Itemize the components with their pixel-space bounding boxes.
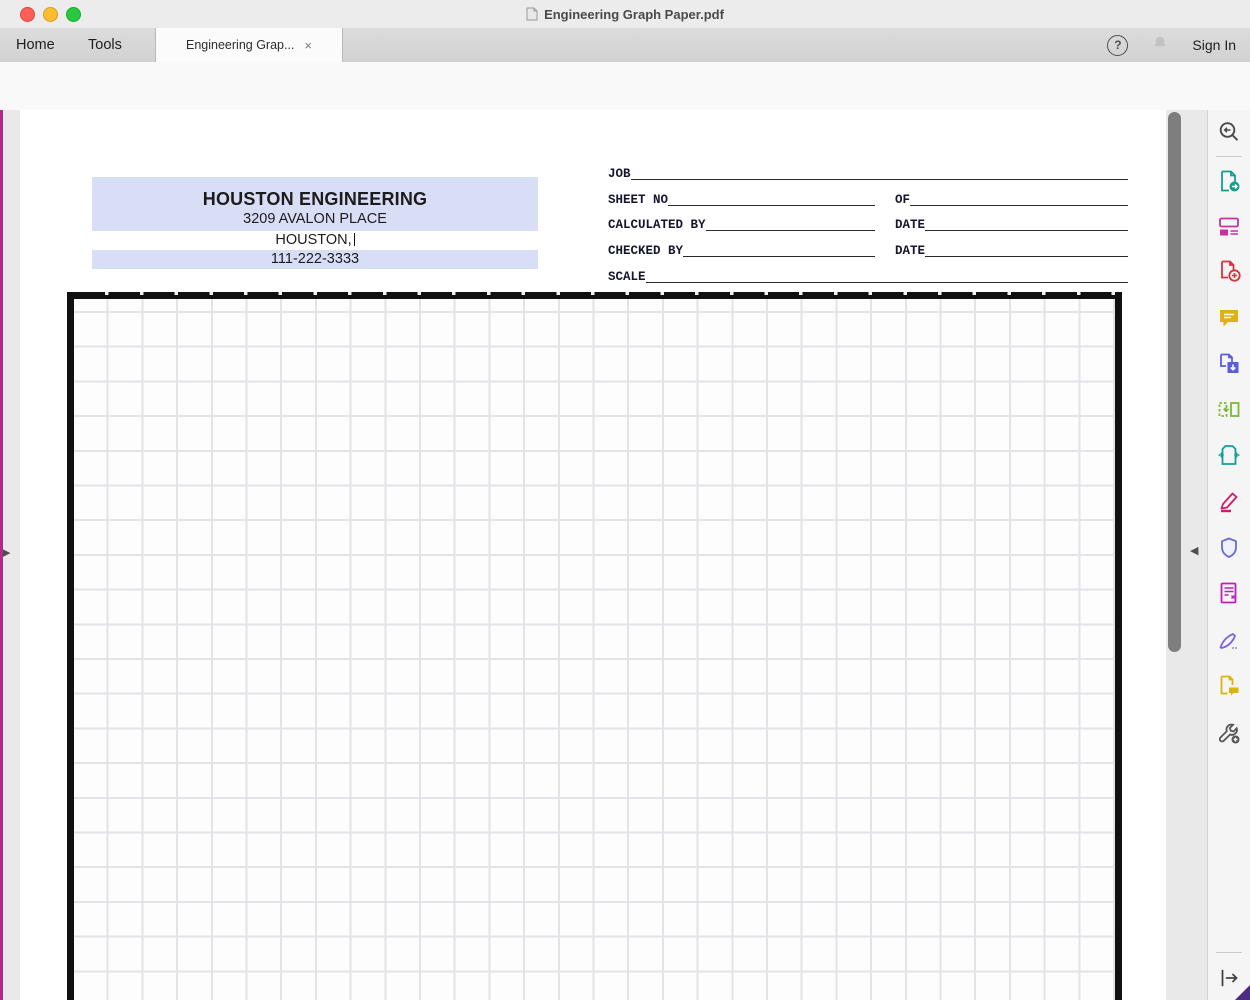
create-pdf-icon[interactable] bbox=[1216, 258, 1242, 284]
of-label: OF bbox=[895, 194, 910, 207]
company-address-field[interactable]: 3209 AVALON PLACE bbox=[92, 212, 538, 231]
compress-pdf-icon[interactable] bbox=[1216, 442, 1242, 468]
screen-edge-marker bbox=[0, 110, 3, 1000]
tools-rail bbox=[1207, 110, 1250, 1000]
date-line-b[interactable] bbox=[925, 240, 1128, 257]
job-line[interactable] bbox=[631, 163, 1128, 180]
tab-tools[interactable]: Tools bbox=[88, 28, 122, 62]
form-row-calculated: CALCULATED BY DATE bbox=[608, 215, 1128, 231]
combine-files-icon[interactable] bbox=[1216, 351, 1242, 377]
of-line[interactable] bbox=[910, 189, 1128, 206]
minimize-window-button[interactable] bbox=[43, 7, 58, 22]
zoom-window-button[interactable] bbox=[66, 7, 81, 22]
edit-pdf-icon[interactable] bbox=[1216, 213, 1242, 239]
protect-icon[interactable] bbox=[1216, 535, 1242, 561]
form-row-sheet: SHEET NO OF bbox=[608, 190, 1128, 206]
fill-sign-icon[interactable] bbox=[1216, 627, 1242, 653]
more-tools-icon[interactable] bbox=[1216, 720, 1242, 746]
pdf-page: HOUSTON ENGINEERING 3209 AVALON PLACE HO… bbox=[20, 110, 1166, 1000]
export-pdf-icon[interactable] bbox=[1216, 168, 1242, 194]
vertical-scrollbar-thumb[interactable] bbox=[1168, 112, 1181, 652]
document-proxy-icon bbox=[526, 7, 538, 21]
search-document-icon[interactable] bbox=[1216, 119, 1242, 145]
scale-line[interactable] bbox=[646, 266, 1128, 283]
form-row-scale: SCALE bbox=[608, 267, 1128, 283]
date-label-a: DATE bbox=[895, 219, 925, 232]
job-label: JOB bbox=[608, 168, 631, 181]
window-title-text: Engineering Graph Paper.pdf bbox=[544, 7, 724, 22]
tab-bar: Home Tools Engineering Grap... × ? Sign … bbox=[0, 28, 1250, 63]
checked-by-line[interactable] bbox=[683, 240, 875, 257]
tab-document[interactable]: Engineering Grap... × bbox=[155, 28, 343, 62]
graph-grid bbox=[67, 292, 1122, 1000]
form-row-job: JOB bbox=[608, 164, 1128, 180]
sheet-no-line[interactable] bbox=[668, 189, 875, 206]
window-title: Engineering Graph Paper.pdf bbox=[526, 7, 724, 22]
close-tab-icon[interactable]: × bbox=[304, 39, 312, 52]
toolbar: 1 / 1 123% ▾ ▾ bbox=[0, 62, 1250, 111]
checked-by-label: CHECKED BY bbox=[608, 245, 683, 258]
comment-tool-icon[interactable] bbox=[1216, 305, 1242, 331]
company-name-field[interactable]: HOUSTON ENGINEERING bbox=[92, 177, 538, 212]
corner-wedge bbox=[1235, 985, 1250, 1000]
sign-in-button[interactable]: Sign In bbox=[1192, 37, 1236, 53]
sheet-no-label: SHEET NO bbox=[608, 194, 668, 207]
traffic-lights bbox=[20, 7, 81, 22]
date-line-a[interactable] bbox=[925, 214, 1128, 231]
redact-icon[interactable] bbox=[1216, 488, 1242, 514]
calculated-by-label: CALCULATED BY bbox=[608, 219, 706, 232]
tab-home[interactable]: Home bbox=[16, 28, 55, 62]
date-label-b: DATE bbox=[895, 245, 925, 258]
titlebar: Engineering Graph Paper.pdf bbox=[0, 0, 1250, 29]
organize-pages-icon[interactable] bbox=[1216, 397, 1242, 423]
calculated-by-line[interactable] bbox=[706, 214, 875, 231]
tab-document-label: Engineering Grap... bbox=[186, 38, 294, 52]
notifications-bell-icon[interactable] bbox=[1150, 33, 1170, 58]
scale-label: SCALE bbox=[608, 271, 646, 284]
request-signatures-icon[interactable] bbox=[1216, 673, 1242, 699]
prepare-form-icon[interactable] bbox=[1216, 580, 1242, 606]
company-phone-field[interactable]: 111-222-3333 bbox=[92, 250, 538, 269]
close-window-button[interactable] bbox=[20, 7, 35, 22]
company-city-field[interactable]: HOUSTON, bbox=[92, 231, 538, 249]
left-panel-expand-icon[interactable]: ▶ bbox=[2, 546, 10, 559]
text-cursor bbox=[354, 233, 355, 246]
help-icon[interactable]: ? bbox=[1107, 35, 1128, 56]
right-panel-collapse-icon[interactable]: ◀ bbox=[1190, 544, 1198, 557]
acrobat-window: Engineering Graph Paper.pdf Home Tools E… bbox=[0, 0, 1250, 1000]
document-viewport: HOUSTON ENGINEERING 3209 AVALON PLACE HO… bbox=[0, 110, 1208, 1000]
company-header-block: HOUSTON ENGINEERING 3209 AVALON PLACE HO… bbox=[92, 177, 538, 269]
form-row-checked: CHECKED BY DATE bbox=[608, 241, 1128, 257]
grid-tick-marks bbox=[74, 292, 1115, 295]
